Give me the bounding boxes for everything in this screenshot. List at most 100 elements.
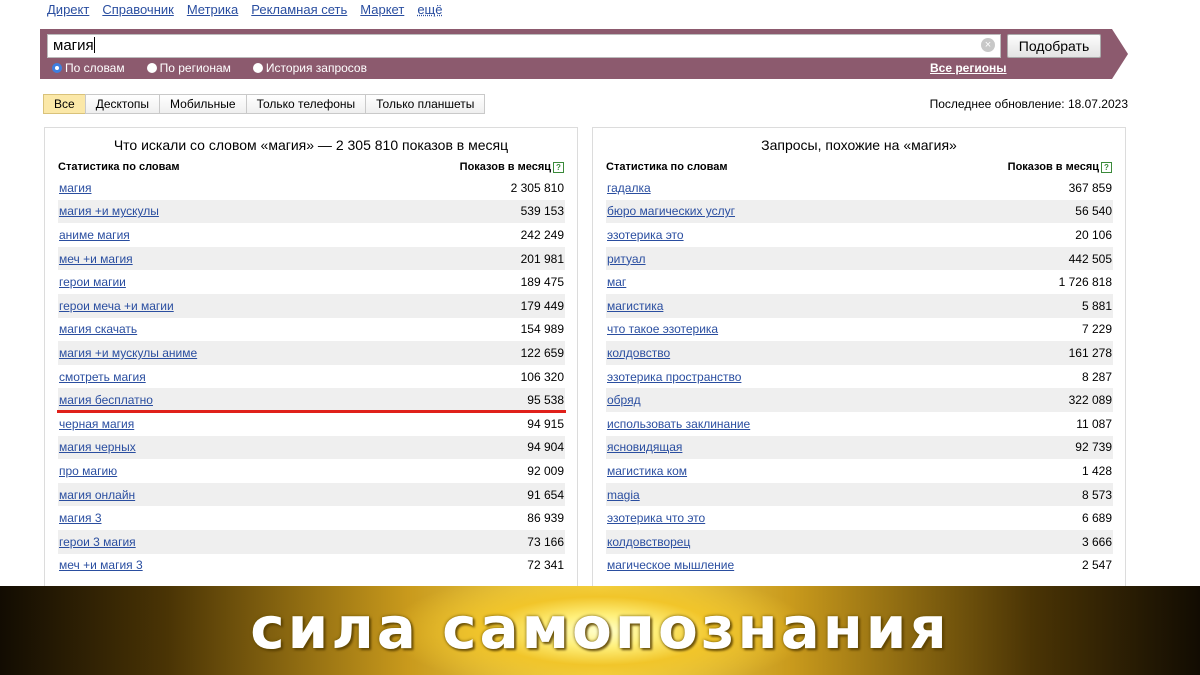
impressions-count: 242 249 [520, 227, 564, 242]
query-link[interactable]: ритуал [606, 252, 646, 266]
nav-link-market[interactable]: Маркет [360, 2, 404, 17]
query-link[interactable]: бюро магических услуг [606, 204, 735, 218]
table-row: про магию 92 009 [58, 459, 565, 483]
help-icon[interactable]: ? [553, 162, 564, 173]
impressions-count: 7 229 [1081, 322, 1112, 337]
table-row: magia 8 573 [606, 482, 1113, 507]
impressions-count: 91 654 [527, 487, 564, 502]
table-row: магия +и мускулы 539 153 [58, 199, 565, 224]
table-row: эзотерика пространство 8 287 [606, 365, 1113, 389]
device-tabs: Все Десктопы Мобильные Только телефоны Т… [43, 94, 486, 114]
query-link[interactable]: использовать заклинание [606, 417, 750, 431]
impressions-count: 1 428 [1081, 463, 1112, 478]
help-icon[interactable]: ? [1101, 162, 1112, 173]
query-link[interactable]: магическое мышление [606, 558, 734, 572]
query-link[interactable]: magia [606, 488, 640, 502]
table-row: магия скачать 154 989 [58, 318, 565, 342]
impressions-count: 2 547 [1081, 558, 1112, 573]
results-table: магия 2 305 810 магия +и мускулы 539 153 ани… [58, 176, 565, 577]
table-row: обряд 322 089 [606, 388, 1113, 412]
query-link[interactable]: магия 3 [58, 511, 102, 525]
query-link[interactable]: эзотерика пространство [606, 370, 741, 384]
query-link[interactable]: эзотерика это [606, 228, 684, 242]
radio-label: По регионам [159, 61, 231, 75]
nav-link-metrika[interactable]: Метрика [187, 2, 238, 17]
query-link[interactable]: магия +и мускулы аниме [58, 346, 197, 360]
right-results-panel: Запросы, похожие на «магия» Статистика п… [592, 127, 1126, 597]
query-link[interactable]: черная магия [58, 417, 134, 431]
impressions-count: 442 505 [1068, 251, 1112, 266]
impressions-count: 86 939 [527, 511, 564, 526]
table-row: магия бесплатно 95 538 [58, 388, 565, 412]
table-row: магистика ком 1 428 [606, 459, 1113, 483]
table-row: колдовство 161 278 [606, 341, 1113, 365]
query-link[interactable]: колдовство [606, 346, 670, 360]
search-input[interactable]: магия [47, 34, 1001, 58]
query-link[interactable]: ясновидящая [606, 440, 682, 454]
query-link[interactable]: колдовстворец [606, 535, 690, 549]
radio-query-history[interactable]: История запросов [252, 61, 367, 75]
query-link[interactable]: магия онлайн [58, 488, 135, 502]
radio-by-regions[interactable]: По регионам [146, 61, 231, 75]
nav-link-direct[interactable]: Директ [47, 2, 89, 17]
query-link[interactable]: магия черных [58, 440, 136, 454]
column-header-count: Показов в месяц? [1008, 161, 1112, 177]
query-link[interactable]: магистика [606, 299, 663, 313]
all-regions-link[interactable]: Все регионы [930, 61, 1007, 75]
left-results-panel: Что искали со словом «магия» — 2 305 810… [44, 127, 578, 597]
table-row: магистика 5 881 [606, 293, 1113, 318]
query-link[interactable]: меч +и магия [58, 252, 133, 266]
query-link[interactable]: магия скачать [58, 322, 137, 336]
table-row: ясновидящая 92 739 [606, 435, 1113, 460]
impressions-count: 94 915 [527, 416, 564, 431]
impressions-count: 92 739 [1075, 440, 1112, 455]
table-row: магическое мышление 2 547 [606, 554, 1113, 578]
promo-banner: сила самопознания [0, 586, 1200, 675]
impressions-count: 3 666 [1081, 534, 1112, 549]
impressions-count: 2 305 810 [510, 180, 564, 195]
impressions-count: 73 166 [527, 534, 564, 549]
table-row: магия 3 86 939 [58, 506, 565, 530]
nav-link-ad-network[interactable]: Рекламная сеть [251, 2, 347, 17]
query-link[interactable]: смотреть магия [58, 370, 146, 384]
query-link[interactable]: обряд [606, 393, 641, 407]
query-link[interactable]: маг [606, 275, 626, 289]
clear-icon[interactable]: × [981, 38, 995, 52]
table-row: эзотерика это 20 106 [606, 223, 1113, 247]
query-link[interactable]: магия +и мускулы [58, 204, 159, 218]
radio-by-words[interactable]: По словам [52, 61, 125, 75]
query-link[interactable]: про магию [58, 464, 117, 478]
nav-link-reference[interactable]: Справочник [102, 2, 174, 17]
impressions-count: 154 989 [520, 322, 564, 337]
query-link[interactable]: герои меча +и магии [58, 299, 174, 313]
query-link[interactable]: магия бесплатно [58, 393, 153, 407]
query-link[interactable]: герои магии [58, 275, 126, 289]
tab-mobile[interactable]: Мобильные [159, 94, 247, 114]
tab-desktops[interactable]: Десктопы [84, 94, 161, 114]
table-row: меч +и магия 3 72 341 [58, 554, 565, 578]
query-link[interactable]: меч +и магия 3 [58, 558, 143, 572]
query-link[interactable]: что такое эзотерика [606, 322, 718, 336]
tab-tablets-only[interactable]: Только планшеты [365, 94, 486, 114]
table-row: колдовстворец 3 666 [606, 529, 1113, 554]
impressions-count: 72 341 [527, 558, 564, 573]
panel-title: Запросы, похожие на «магия» [761, 137, 957, 153]
table-row: магия онлайн 91 654 [58, 482, 565, 507]
impressions-count: 11 087 [1076, 416, 1112, 431]
query-link[interactable]: аниме магия [58, 228, 130, 242]
tab-phones-only[interactable]: Только телефоны [245, 94, 367, 114]
nav-link-more[interactable]: ещё [417, 2, 442, 17]
table-row: меч +и магия 201 981 [58, 246, 565, 271]
table-row: герои магии 189 475 [58, 270, 565, 294]
tab-all[interactable]: Все [43, 94, 86, 114]
impressions-count: 106 320 [520, 369, 564, 384]
query-link[interactable]: магия [58, 181, 92, 195]
banner-title: сила самопознания [250, 594, 950, 662]
query-link[interactable]: магистика ком [606, 464, 687, 478]
query-link[interactable]: эзотерика что это [606, 511, 705, 525]
query-link[interactable]: герои 3 магия [58, 535, 136, 549]
table-row: герои меча +и магии 179 449 [58, 293, 565, 318]
submit-button[interactable]: Подобрать [1007, 34, 1101, 58]
query-link[interactable]: гадалка [606, 181, 651, 195]
table-row: аниме магия 242 249 [58, 223, 565, 247]
